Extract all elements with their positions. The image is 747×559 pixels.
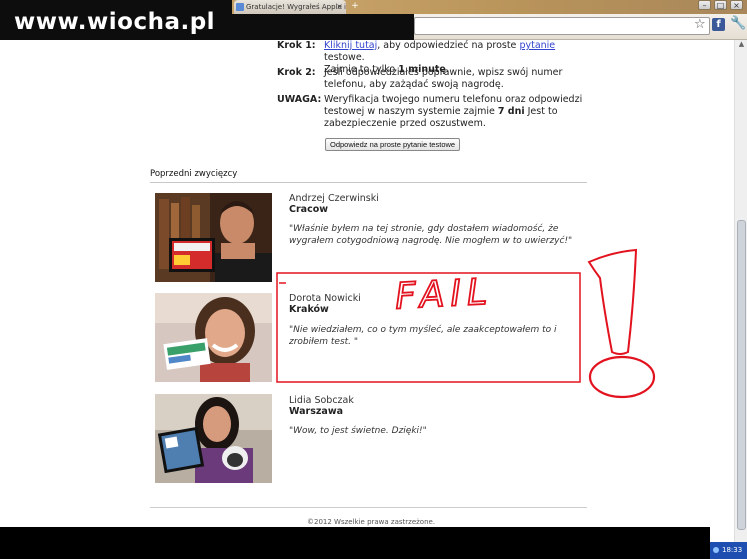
step-2-label: Krok 2: xyxy=(277,67,316,78)
vertical-scrollbar[interactable]: ▲ xyxy=(734,40,747,542)
maximize-button[interactable]: □ xyxy=(714,0,727,10)
step-1-text-b: testowe. xyxy=(324,52,365,63)
footer-divider xyxy=(150,507,587,508)
winner-quote-1: "Właśnie byłem na tej stronie, gdy dosta… xyxy=(289,224,573,246)
footer-copyright: ©2012 Wszelkie prawa zastrzeżone. xyxy=(307,518,436,526)
click-here-link[interactable]: Kliknij tutaj xyxy=(324,40,377,51)
watermark: www.wiocha.pl xyxy=(14,9,216,35)
tab-title: Gratulacje! Wygrałeś Apple iP xyxy=(246,3,346,11)
notice-days: 7 dni xyxy=(497,106,525,117)
browser-tab[interactable]: Gratulacje! Wygrałeś Apple iP × xyxy=(234,0,346,14)
winner-city-2: Kraków xyxy=(289,304,329,315)
winner-city-3: Warszawa xyxy=(289,406,344,417)
clock: 18:33 xyxy=(722,546,743,554)
step-1-text-a: , aby odpowiedzieć na proste xyxy=(377,40,520,51)
scroll-up-icon[interactable]: ▲ xyxy=(735,40,747,52)
step-1-label: Krok 1: xyxy=(277,40,316,51)
taskbar xyxy=(0,527,710,559)
step-2-text: Jeśli odpowiedziałeś poprawnie, wpisz sw… xyxy=(324,67,563,90)
question-link[interactable]: pytanie xyxy=(519,40,555,51)
winner-photo-2 xyxy=(155,293,272,382)
winner-name-1: Andrzej Czerwinski xyxy=(289,193,379,204)
winner-photo-1 xyxy=(155,193,272,282)
winner-quote-3: "Wow, to jest świetne. Dzięki!" xyxy=(289,426,427,436)
scrollbar-thumb[interactable] xyxy=(737,220,746,530)
address-bar[interactable] xyxy=(414,17,710,35)
wrench-icon[interactable]: 🔧 xyxy=(730,16,746,31)
winner-photo-3 xyxy=(155,394,272,483)
facebook-icon[interactable]: f xyxy=(712,18,725,31)
divider xyxy=(150,182,587,183)
winner-name-3: Lidia Sobczak xyxy=(289,395,354,406)
window-controls: – □ × xyxy=(698,0,743,14)
notice-label: UWAGA: xyxy=(277,94,322,105)
network-icon xyxy=(713,547,719,553)
minimize-button[interactable]: – xyxy=(698,0,711,10)
winners-heading: Poprzedni zwycięzcy xyxy=(150,169,238,179)
notice-text: Weryfikacja twojego numeru telefonu oraz… xyxy=(324,94,589,130)
tab-favicon-icon xyxy=(236,3,244,11)
winner-name-2: Dorota Nowicki xyxy=(289,293,361,304)
star-icon[interactable]: ☆ xyxy=(694,17,706,32)
redaction-strip xyxy=(232,14,414,40)
answer-question-button[interactable]: Odpowiedz na proste pytanie testowe xyxy=(325,138,461,151)
watermark-bar: www.wiocha.pl xyxy=(0,0,232,40)
page-content: Krok 1: Kliknij tutaj, aby odpowiedzieć … xyxy=(0,40,734,530)
winner-city-1: Cracow xyxy=(289,204,329,215)
system-tray[interactable]: 18:33 xyxy=(710,542,747,559)
winner-quote-2: "Nie wiedziałem, co o tym myśleć, ale za… xyxy=(289,325,557,347)
tab-close-icon[interactable]: × xyxy=(336,2,343,11)
close-window-button[interactable]: × xyxy=(730,0,743,10)
new-tab-button[interactable]: + xyxy=(348,1,362,12)
